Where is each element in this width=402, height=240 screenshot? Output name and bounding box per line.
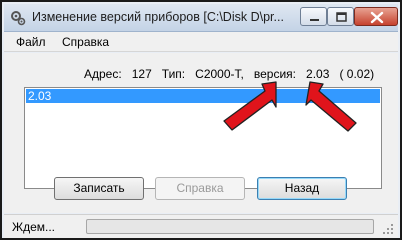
resize-grip-icon[interactable] [382,223,394,235]
app-window: Изменение версий приборов [C:\Disk D\pr.… [0,0,402,240]
menu-bar: Файл Справка [4,32,398,52]
gears-icon [11,11,26,26]
version-value: 2.03 [306,67,330,81]
back-button[interactable]: Назад [257,177,347,200]
status-bar: Ждем... [4,214,398,238]
status-text: Ждем... [12,220,56,234]
sub-version-value: ( 0.02) [339,67,375,81]
type-label: Тип: [161,67,186,81]
list-item[interactable]: 2.03 [26,89,380,103]
type-value: С2000-Т, [195,67,244,81]
address-value: 127 [131,67,152,81]
main-panel: Адрес: 127 Тип: С2000-Т, версия: 2.03 ( … [4,53,398,213]
maximize-icon [336,12,347,22]
write-button[interactable]: Записать [54,177,144,200]
version-list[interactable]: 2.03 [24,87,382,189]
menu-file[interactable]: Файл [16,35,46,49]
maximize-button[interactable] [327,7,354,26]
address-label: Адрес: [84,67,122,81]
progress-bar [86,219,374,234]
title-bar[interactable]: Изменение версий приборов [C:\Disk D\pr.… [4,4,398,32]
minimize-icon [310,19,319,21]
minimize-button[interactable] [300,7,327,26]
device-info: Адрес: 127 Тип: С2000-Т, версия: 2.03 ( … [84,67,384,83]
window-title: Изменение версий приборов [C:\Disk D\pr.… [32,10,284,24]
version-label: версия: [253,67,297,81]
close-button[interactable] [354,7,398,26]
help-button[interactable]: Справка [155,177,245,200]
close-icon [370,11,384,24]
menu-help[interactable]: Справка [62,35,109,49]
